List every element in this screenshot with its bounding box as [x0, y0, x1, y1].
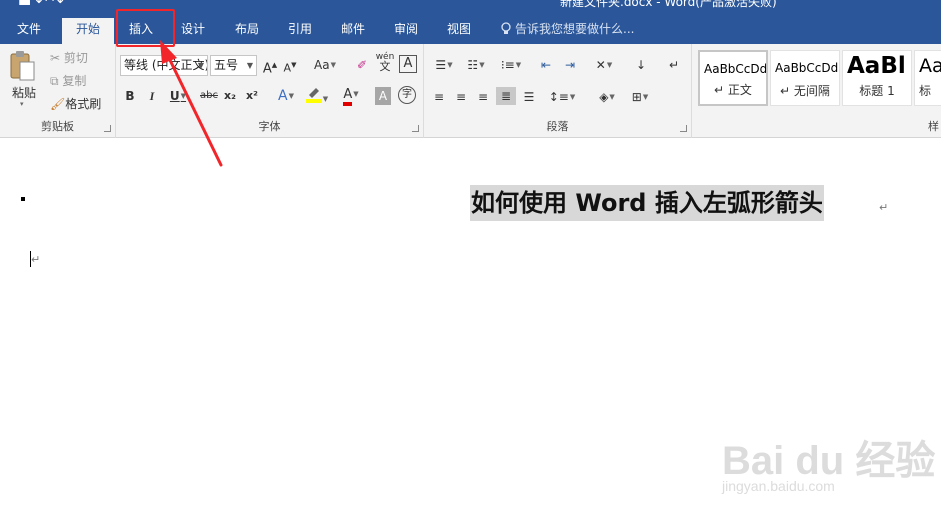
watermark-url: jingyan.baidu.com	[722, 478, 835, 494]
